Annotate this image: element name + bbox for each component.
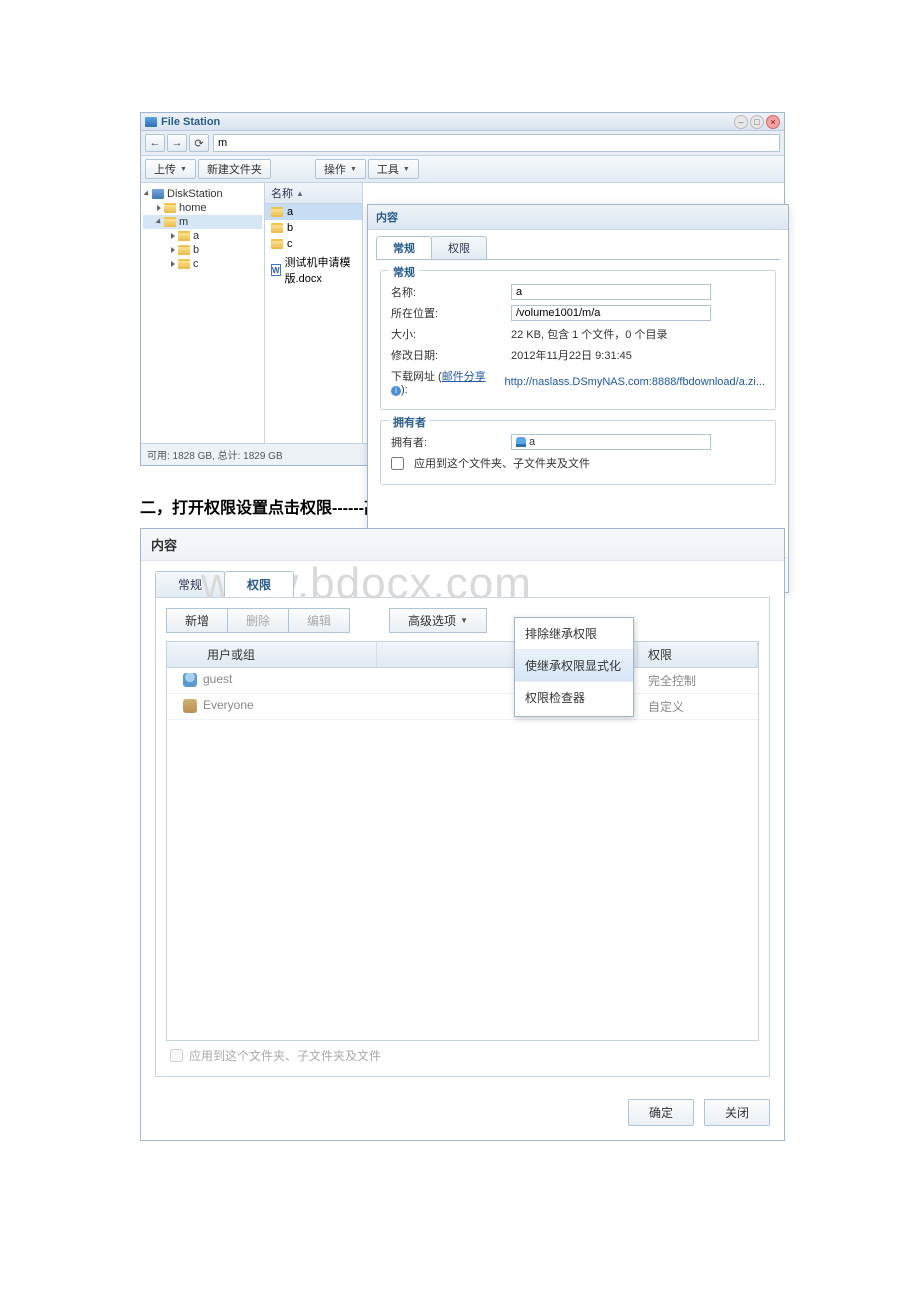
apply-recursive-checkbox[interactable]: [170, 1049, 183, 1062]
col-perm[interactable]: 权限: [638, 642, 758, 667]
mail-share-link[interactable]: 邮件分享: [442, 371, 486, 383]
disk-usage: 可用: 1828 GB, 总计: 1829 GB: [147, 447, 283, 462]
group-icon: [183, 699, 197, 713]
folder-icon: [164, 217, 176, 227]
menu-permission-checker[interactable]: 权限检查器: [515, 682, 633, 716]
download-url[interactable]: http://naslass.DSmyNAS.com:8888/fbdownlo…: [505, 376, 765, 388]
app-icon: [145, 117, 157, 127]
new-folder-button[interactable]: 新建文件夹: [198, 159, 271, 179]
name-input[interactable]: [511, 284, 711, 300]
permissions-title: 内容: [141, 529, 784, 561]
menu-exclude-inherit[interactable]: 排除继承权限: [515, 618, 633, 650]
permissions-table: 用户或组 类型 权限 guest 拒绝 完全控制 Everyone 允许 自定义: [166, 641, 759, 1041]
delete-button[interactable]: 删除: [227, 608, 289, 633]
info-icon: i: [391, 386, 401, 396]
modified-label: 修改日期:: [391, 347, 501, 363]
minimize-button[interactable]: –: [734, 115, 748, 129]
download-label: 下载网址 (邮件分享 i):: [391, 368, 495, 396]
location-input[interactable]: [511, 305, 711, 321]
folder-icon: [271, 223, 283, 233]
folder-tree: DiskStation home m a b c: [141, 183, 265, 443]
properties-content: 常规 名称: 所在位置: 大小: 22 KB, 包含 1 个文件，0 个目录: [376, 259, 780, 549]
folder-icon: [178, 231, 190, 241]
refresh-button[interactable]: ⟳: [189, 134, 209, 152]
tab-permissions[interactable]: 权限: [431, 236, 487, 259]
tree-m[interactable]: m: [143, 215, 262, 229]
apply-recursive-label: 应用到这个文件夹、子文件夹及文件: [414, 455, 590, 471]
tab-permissions[interactable]: 权限: [224, 571, 294, 597]
tree-a[interactable]: a: [143, 229, 262, 243]
titlebar: File Station – □ ×: [141, 113, 784, 131]
permissions-body: 新增 删除 编辑 高级选项▼ 用户或组 类型 权限 guest 拒绝 完全控制 …: [155, 597, 770, 1077]
list-row[interactable]: a: [265, 204, 362, 220]
tree-home[interactable]: home: [143, 201, 262, 215]
action-toolbar: 上传▼ 新建文件夹 操作▼ 工具▼: [141, 156, 784, 183]
apply-row: 应用到这个文件夹、子文件夹及文件: [166, 1041, 759, 1066]
folder-icon: [164, 203, 176, 213]
word-icon: W: [271, 264, 281, 276]
name-label: 名称:: [391, 284, 501, 300]
user-icon: [516, 437, 526, 447]
list-row[interactable]: c: [265, 236, 362, 252]
window-title: File Station: [161, 116, 734, 128]
folder-icon: [271, 207, 283, 217]
folder-icon: [271, 239, 283, 249]
tab-general[interactable]: 常规: [155, 571, 225, 597]
permissions-window: www.bdocx.com 内容 常规 权限 新增 删除 编辑 高级选项▼ 用户…: [140, 528, 785, 1141]
tree-c[interactable]: c: [143, 257, 262, 271]
upload-button[interactable]: 上传▼: [145, 159, 196, 179]
back-button[interactable]: ←: [145, 134, 165, 152]
close-button[interactable]: ×: [766, 115, 780, 129]
path-input[interactable]: [213, 134, 780, 152]
fieldset-owner: 拥有者 拥有者: a 应用到这个文件夹、子文件夹及文件: [380, 420, 776, 485]
properties-tabs: 常规 权限: [368, 230, 788, 259]
fieldset-legend: 拥有者: [389, 414, 430, 430]
advanced-button[interactable]: 高级选项▼: [389, 608, 487, 633]
col-user[interactable]: 用户或组: [167, 642, 377, 667]
table-header: 用户或组 类型 权限: [167, 642, 758, 668]
tree-root[interactable]: DiskStation: [143, 187, 262, 201]
owner-label: 拥有者:: [391, 434, 501, 450]
fieldset-legend: 常规: [389, 264, 419, 280]
size-value: 22 KB, 包含 1 个文件，0 个目录: [511, 326, 765, 342]
user-icon: [183, 673, 197, 687]
menu-make-explicit[interactable]: 使继承权限显式化: [515, 650, 633, 682]
permissions-footer: 确定 关闭: [141, 1089, 784, 1140]
table-row[interactable]: Everyone 允许 自定义: [167, 694, 758, 720]
action-button[interactable]: 操作▼: [315, 159, 366, 179]
window-buttons: – □ ×: [734, 115, 780, 129]
file-list: 名称▲ a b c W测试机申请模版.docx: [265, 183, 363, 443]
list-row[interactable]: b: [265, 220, 362, 236]
sort-asc-icon: ▲: [296, 189, 304, 198]
close-button[interactable]: 关闭: [704, 1099, 770, 1126]
permissions-tabs: 常规 权限: [141, 561, 784, 597]
nav-toolbar: ← → ⟳: [141, 131, 784, 156]
disk-icon: [152, 189, 164, 199]
tree-b[interactable]: b: [143, 243, 262, 257]
location-label: 所在位置:: [391, 305, 501, 321]
folder-icon: [178, 259, 190, 269]
apply-recursive-label: 应用到这个文件夹、子文件夹及文件: [189, 1047, 381, 1064]
list-header-name[interactable]: 名称▲: [265, 183, 362, 204]
edit-button[interactable]: 编辑: [288, 608, 350, 633]
advanced-menu: 排除继承权限 使继承权限显式化 权限检查器: [514, 617, 634, 717]
table-row[interactable]: guest 拒绝 完全控制: [167, 668, 758, 694]
tab-general[interactable]: 常规: [376, 236, 432, 259]
list-row[interactable]: W测试机申请模版.docx: [265, 252, 362, 288]
forward-button[interactable]: →: [167, 134, 187, 152]
add-button[interactable]: 新增: [166, 608, 228, 633]
apply-recursive-checkbox[interactable]: [391, 457, 404, 470]
maximize-button[interactable]: □: [750, 115, 764, 129]
modified-value: 2012年11月22日 9:31:45: [511, 347, 765, 363]
size-label: 大小:: [391, 326, 501, 342]
filestation-window: File Station – □ × ← → ⟳ 上传▼ 新建文件夹 操作▼ 工…: [140, 112, 785, 466]
fieldset-general: 常规 名称: 所在位置: 大小: 22 KB, 包含 1 个文件，0 个目录: [380, 270, 776, 410]
folder-icon: [178, 245, 190, 255]
ok-button[interactable]: 确定: [628, 1099, 694, 1126]
tools-button[interactable]: 工具▼: [368, 159, 419, 179]
permissions-actionbar: 新增 删除 编辑 高级选项▼: [166, 608, 759, 633]
properties-title: 内容: [368, 205, 788, 230]
owner-value[interactable]: a: [511, 434, 711, 450]
